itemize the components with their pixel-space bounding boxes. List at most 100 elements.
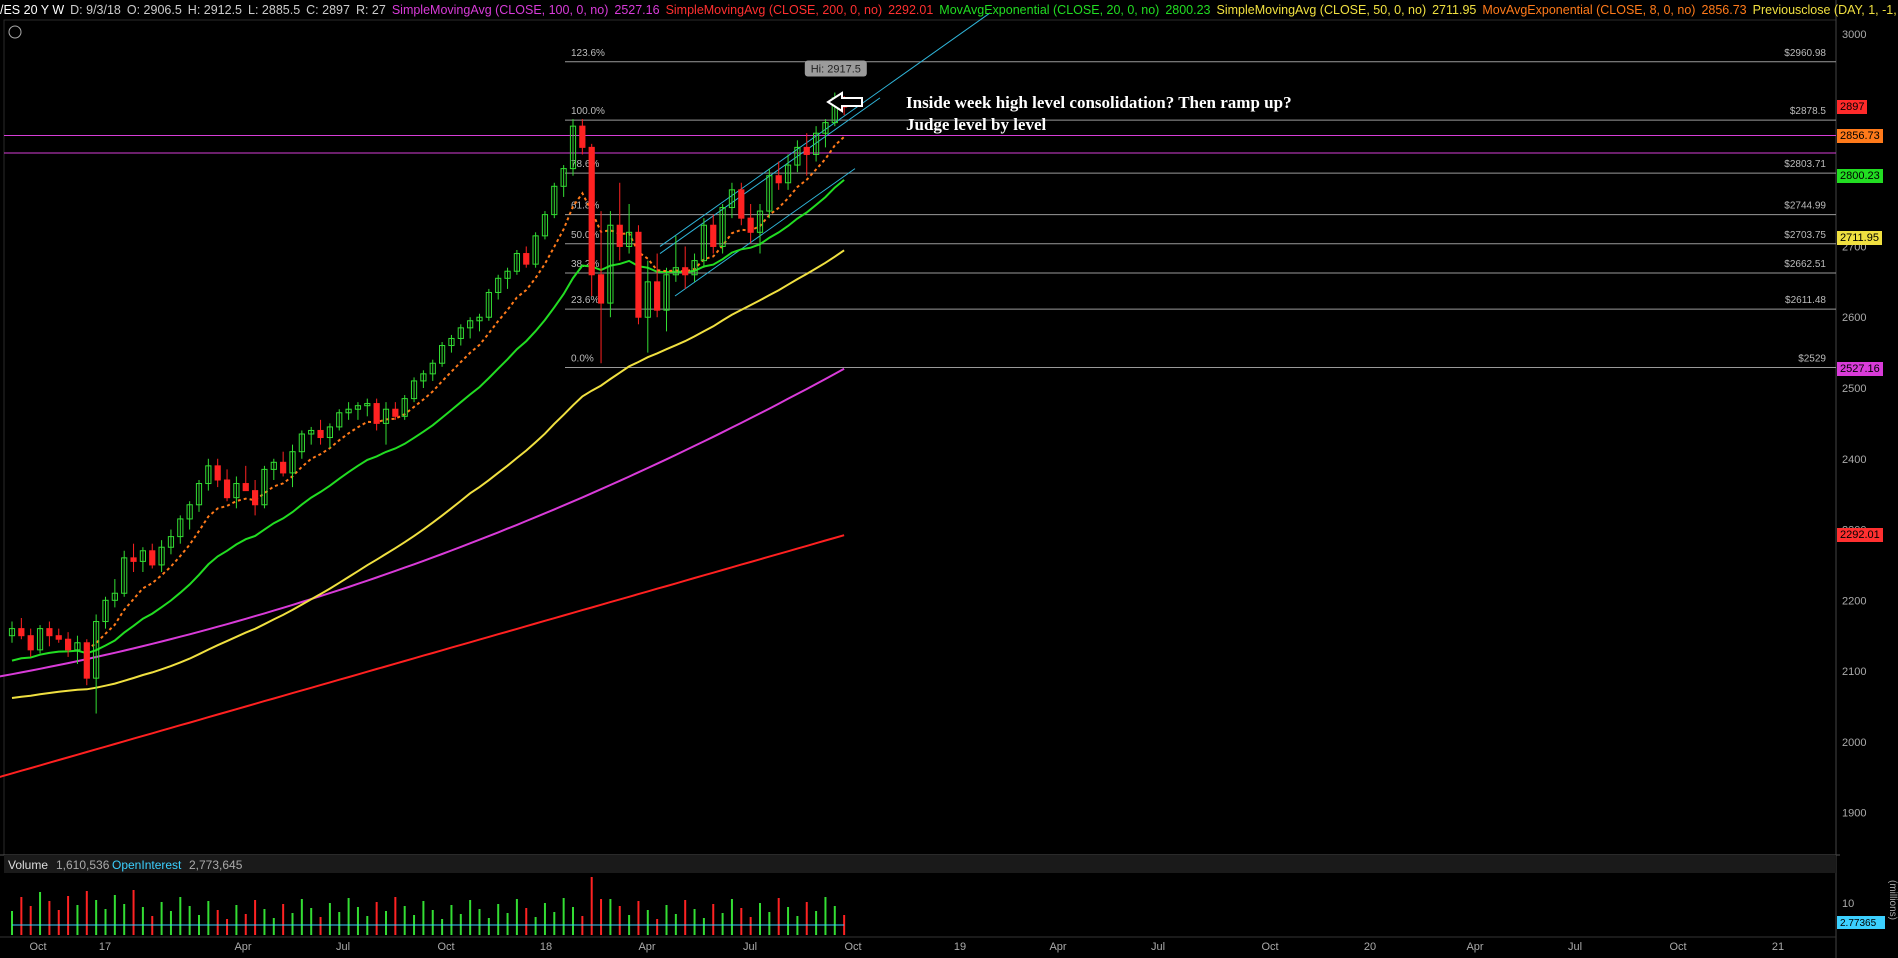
price-axis-tag: 2527.16	[1837, 361, 1883, 376]
study-value: 2711.95	[1432, 3, 1477, 17]
ohlc-date: D: 9/3/18	[70, 3, 121, 17]
fib-percent: 50.0%	[571, 230, 599, 241]
study-label[interactable]: SimpleMovingAvg (CLOSE, 200, 0, no)	[666, 3, 883, 17]
price-axis-tag: 2856.73	[1837, 128, 1883, 143]
fib-price: $2744.99	[1784, 201, 1826, 212]
candle-body	[130, 557, 137, 562]
study-label[interactable]: Previousclose (DAY, 1, -1, yes)	[1753, 3, 1898, 17]
open-interest-label: OpenInterest	[112, 858, 182, 872]
study-label[interactable]: SimpleMovingAvg (CLOSE, 100, 0, no)	[392, 3, 609, 17]
candle-body	[280, 461, 287, 474]
fib-percent: 23.6%	[571, 295, 599, 306]
price-chart[interactable]: 3000290028002700260025002400230022002100…	[0, 0, 1898, 958]
x-axis-tick: Apr	[1466, 941, 1483, 953]
candle-body	[682, 267, 689, 276]
y-axis-tick: 1900	[1842, 808, 1866, 820]
candle-body	[242, 483, 249, 492]
ohlc-high: H: 2912.5	[187, 3, 243, 17]
candle-body	[597, 274, 605, 304]
volume-units-label: (millions)	[1887, 880, 1898, 920]
candle-body	[27, 635, 34, 651]
sma50-line	[11, 249, 845, 699]
annotation-line-1: Inside week high level consolidation? Th…	[906, 93, 1292, 112]
ohlc-range: R: 27	[355, 3, 386, 17]
fib-price: $2960.98	[1784, 48, 1826, 59]
candle-body	[317, 429, 324, 439]
study-legend: SimpleMovingAvg (CLOSE, 100, 0, no) 2527.…	[392, 3, 1898, 17]
candle-body	[55, 635, 62, 640]
info-icon	[8, 25, 22, 39]
open-interest-value: 2,773,645	[189, 858, 243, 872]
study-value: 2856.73	[1701, 3, 1747, 17]
x-axis-tick: Oct	[437, 941, 454, 953]
x-axis-tick: Oct	[844, 941, 861, 953]
candle-body	[588, 146, 595, 276]
volume-value: 1,610,536	[56, 858, 110, 872]
candle-body	[775, 175, 782, 184]
candle-body	[18, 628, 25, 637]
x-axis-tick: Apr	[638, 941, 655, 953]
candle-body	[747, 217, 754, 233]
candle-body	[223, 479, 231, 499]
candle-body	[616, 224, 623, 247]
candle-body	[83, 642, 90, 679]
symbol-label[interactable]: /ES 20 Y W	[0, 3, 64, 17]
candle-body	[65, 638, 72, 651]
x-axis-tick: 20	[1364, 941, 1376, 953]
candle-body	[635, 231, 642, 318]
study-label[interactable]: MovAvgExponential (CLOSE, 20, 0, no)	[939, 3, 1159, 17]
price-axis-tag: 2897	[1837, 100, 1868, 115]
ohlc-low: L: 2885.5	[248, 3, 301, 17]
ohlc-open: O: 2906.5	[126, 3, 182, 17]
x-axis-tick: Jul	[1568, 941, 1582, 953]
x-axis-tick: Oct	[29, 941, 46, 953]
price-plot-frame	[3, 19, 1837, 856]
price-axis-tag: 2292.01	[1837, 528, 1883, 543]
x-axis-tick: Jul	[336, 941, 350, 953]
candle-body	[214, 465, 221, 481]
fib-price: $2529	[1798, 353, 1826, 364]
left-arrow-icon	[826, 91, 863, 113]
fib-percent: 0.0%	[571, 353, 594, 364]
candle-body	[654, 281, 661, 311]
hi-label: Hi: 2917.5	[811, 64, 861, 76]
candle-body	[523, 253, 530, 265]
volume-tag: 2.77365	[1840, 918, 1877, 929]
study-value: 2800.23	[1165, 3, 1211, 17]
candle-body	[149, 550, 156, 566]
volume-label: Volume	[8, 858, 48, 872]
x-axis-tick: Oct	[1669, 941, 1686, 953]
x-axis-tick: Apr	[1049, 941, 1066, 953]
x-axis-tick: Oct	[1261, 941, 1278, 953]
y-axis-tick: 2400	[1842, 454, 1866, 466]
x-axis-tick: Jul	[1151, 941, 1165, 953]
candle-body	[46, 628, 53, 637]
candle-body	[373, 403, 380, 424]
candle-body	[579, 125, 586, 148]
x-axis-tick: 17	[99, 941, 111, 953]
fib-price: $2703.75	[1784, 230, 1826, 241]
chart-header: /ES 20 Y W D: 9/3/18 O: 2906.5 H: 2912.5 L: …	[0, 0, 1898, 20]
y-axis-tick: 3000	[1842, 29, 1866, 41]
y-axis-tick: 2500	[1842, 383, 1866, 395]
ohlc-close: C: 2897	[306, 3, 350, 17]
trend-channel-line	[674, 168, 856, 297]
study-label[interactable]: SimpleMovingAvg (CLOSE, 50, 0, no)	[1217, 3, 1427, 17]
study-value: 2527.16	[614, 3, 660, 17]
volume-header-bar	[4, 855, 1836, 873]
x-axis-tick: 19	[954, 941, 966, 953]
x-axis-tick: Apr	[234, 941, 251, 953]
fib-percent: 123.6%	[571, 48, 605, 59]
ema20-line	[11, 179, 845, 662]
price-axis-tag: 2711.95	[1837, 231, 1882, 245]
fib-price: $2803.71	[1784, 159, 1826, 170]
candle-body	[803, 146, 810, 155]
fib-price: $2611.48	[1785, 295, 1826, 306]
x-axis-tick: 18	[540, 941, 552, 953]
study-label[interactable]: MovAvgExponential (CLOSE, 8, 0, no)	[1482, 3, 1695, 17]
fib-percent: 100.0%	[571, 106, 605, 117]
price-axis-tag: 2800.23	[1837, 168, 1883, 183]
study-value: 2292.01	[888, 3, 934, 17]
annotation-line-2: Judge level by level	[906, 115, 1047, 134]
volume-axis-tick: 10	[1842, 898, 1854, 910]
